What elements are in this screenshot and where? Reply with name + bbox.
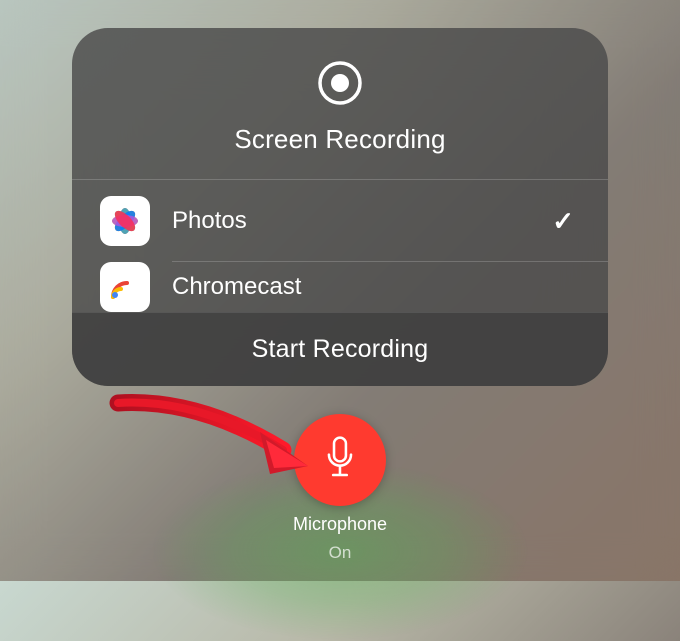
panel-title: Screen Recording — [234, 124, 445, 155]
panel-header: Screen Recording — [72, 28, 608, 179]
microphone-toggle-button[interactable] — [294, 414, 386, 506]
screen-recording-panel: Screen Recording Photos — [72, 28, 608, 386]
destination-app-list: Photos ✓ Chromecast — [72, 179, 608, 312]
app-row-photos[interactable]: Photos ✓ — [72, 180, 608, 262]
microphone-icon — [323, 435, 357, 486]
record-icon — [317, 60, 363, 106]
app-label: Chromecast — [172, 273, 580, 301]
microphone-state: On — [329, 543, 352, 563]
microphone-control: Microphone On — [293, 414, 387, 563]
app-row-chromecast[interactable]: Chromecast — [72, 262, 608, 312]
checkmark-icon: ✓ — [552, 206, 580, 237]
chromecast-app-icon — [100, 262, 150, 312]
app-label: Photos — [172, 207, 530, 235]
microphone-label: Microphone — [293, 514, 387, 535]
photos-app-icon — [100, 196, 150, 246]
start-recording-label: Start Recording — [252, 335, 429, 363]
start-recording-button[interactable]: Start Recording — [72, 312, 608, 386]
